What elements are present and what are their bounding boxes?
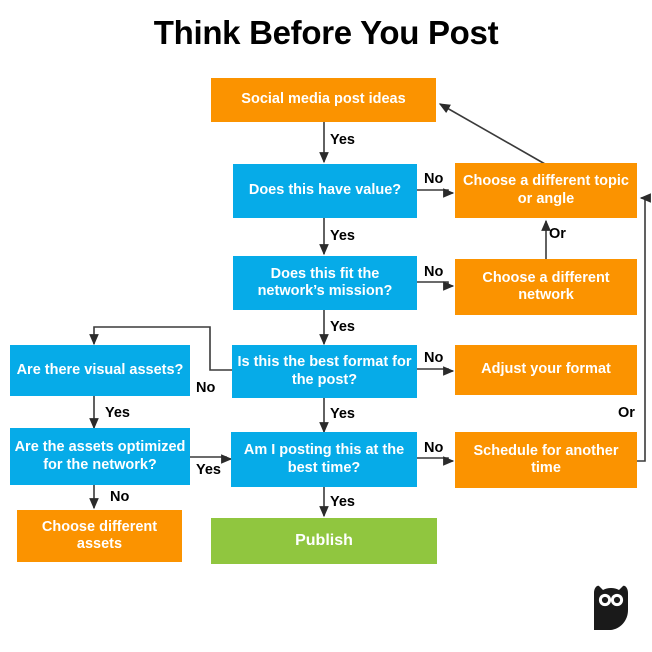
edge-label-topic-or: Or xyxy=(549,226,566,242)
edge-label-mission-yes: Yes xyxy=(330,319,355,335)
node-does-this-have-value[interactable]: Does this have value? xyxy=(233,164,417,218)
node-label: Adjust your format xyxy=(481,361,611,378)
node-social-media-post-ideas[interactable]: Social media post ideas xyxy=(211,78,436,122)
edge-label-visual-yes: Yes xyxy=(105,405,130,421)
edge-label-value-yes: Yes xyxy=(330,228,355,244)
node-publish[interactable]: Publish xyxy=(211,518,437,564)
node-label: Are the assets optimized for the network… xyxy=(14,439,186,473)
edge-label-time-yes: Yes xyxy=(330,494,355,510)
node-label: Choose a different network xyxy=(482,269,610,303)
edge-label-format-yes: Yes xyxy=(330,406,355,422)
edge-label-visual-no: No xyxy=(196,380,216,396)
node-choose-different-assets[interactable]: Choose different assets xyxy=(17,510,182,562)
page-title: Think Before You Post xyxy=(153,14,499,51)
node-does-this-fit-network-mission[interactable]: Does this fit the network’s mission? xyxy=(233,256,417,310)
node-label: Choose a different topic or angle xyxy=(463,173,629,207)
node-label: Schedule for another time xyxy=(473,442,619,476)
node-label: Does this have value? xyxy=(248,182,402,199)
node-label: Does this fit the network’s mission? xyxy=(257,265,393,299)
edge-label-schedule-or: Or xyxy=(618,405,635,421)
flowchart-canvas: Think Before You Post Social media post … xyxy=(0,0,652,652)
edge-label-optimized-yes: Yes xyxy=(196,462,221,478)
node-label: Am I posting this at the best time? xyxy=(243,442,405,476)
edge-label-mission-no: No xyxy=(424,264,444,280)
edge-label-start-yes: Yes xyxy=(330,132,355,148)
hootsuite-owl-logo xyxy=(594,585,628,630)
edge-label-time-no: No xyxy=(424,440,444,456)
edge-label-format-no: No xyxy=(424,350,444,366)
node-are-assets-optimized[interactable]: Are the assets optimized for the network… xyxy=(10,428,190,485)
node-label: Is this the best format for the post? xyxy=(237,354,412,388)
node-adjust-your-format[interactable]: Adjust your format xyxy=(455,345,637,395)
node-are-there-visual-assets[interactable]: Are there visual assets? xyxy=(10,345,190,396)
node-label: Publish xyxy=(295,531,353,549)
node-schedule-for-another-time[interactable]: Schedule for another time xyxy=(455,432,637,488)
node-am-i-posting-best-time[interactable]: Am I posting this at the best time? xyxy=(231,432,417,487)
edge-label-value-no: No xyxy=(424,171,444,187)
node-is-this-best-format[interactable]: Is this the best format for the post? xyxy=(232,345,417,398)
node-label: Social media post ideas xyxy=(241,91,406,108)
node-choose-different-network[interactable]: Choose a different network xyxy=(455,259,637,315)
edge-label-optimized-no: No xyxy=(110,489,130,505)
node-choose-different-topic-or-angle[interactable]: Choose a different topic or angle xyxy=(455,163,637,218)
node-label: Are there visual assets? xyxy=(16,361,184,378)
node-label: Choose different assets xyxy=(41,518,158,552)
